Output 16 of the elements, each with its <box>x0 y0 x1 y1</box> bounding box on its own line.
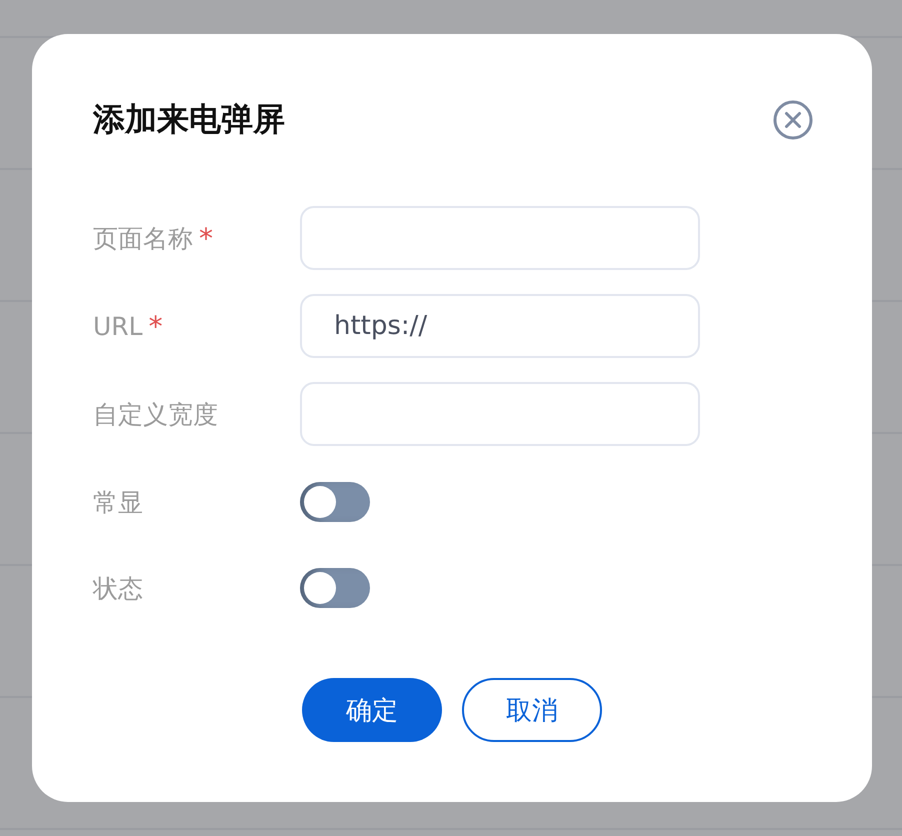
toggle-switch[interactable] <box>300 568 370 608</box>
field-label: 常显 <box>93 486 143 518</box>
required-mark: * <box>148 310 163 342</box>
close-icon[interactable] <box>773 100 813 140</box>
required-mark: * <box>199 222 213 254</box>
field-label: 状态 <box>93 572 143 604</box>
field-label: URL <box>93 312 143 340</box>
field-label: 自定义宽度 <box>93 398 218 430</box>
cancel-button[interactable]: 取消 <box>462 678 602 742</box>
input-field[interactable] <box>300 206 700 270</box>
field-label: 页面名称 <box>93 222 193 254</box>
dialog-title: 添加来电弹屏 <box>93 99 285 140</box>
input-field[interactable]: https:// <box>300 294 700 358</box>
input-field[interactable] <box>300 382 700 446</box>
confirm-button[interactable]: 确定 <box>302 678 442 742</box>
toggle-switch[interactable] <box>300 482 370 522</box>
